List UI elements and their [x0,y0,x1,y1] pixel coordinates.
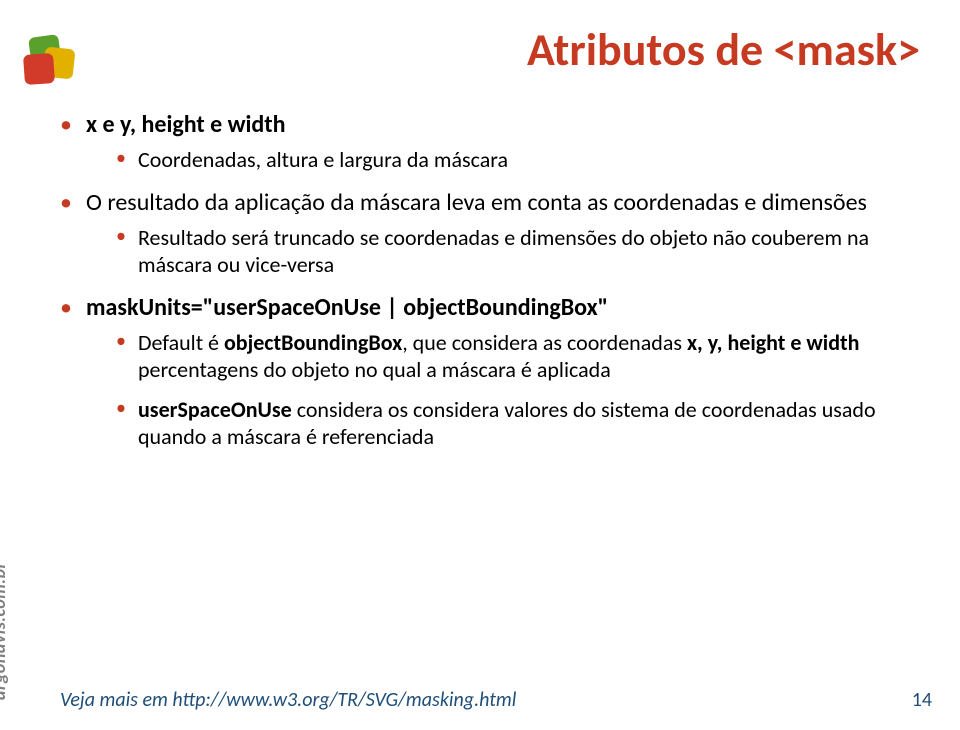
text-fragment: Default é [138,329,224,356]
text-bold: objectBoundingBox [224,329,402,356]
footer-link: Veja mais em http://www.w3.org/TR/SVG/ma… [60,688,516,712]
bullet-xy-hw: x e y, height e width Coordenadas, altur… [60,110,920,174]
bullet-resultado-text: O resultado da aplicação da máscara leva… [86,188,867,217]
bullet-maskunits-default: Default é objectBoundingBox, que conside… [116,329,920,384]
page-number: 14 [912,688,932,712]
text-fragment: percentagens do objeto no qual a máscara… [138,356,611,383]
bullet-xy-hw-label: x e y, height e width [86,110,286,139]
text-fragment: , que considera as coordenadas [402,329,687,356]
logo-icon [22,30,82,90]
bullet-resultado: O resultado da aplicação da máscara leva… [60,188,920,279]
bullet-xy-hw-sub: Coordenadas, altura e largura da máscara [116,146,920,174]
bullet-maskunits-label: maskUnits="userSpaceOnUse | objectBoundi… [86,293,608,322]
bullet-maskunits-userspace: userSpaceOnUse considera os considera va… [116,396,920,451]
text-bold: x, y, height e width [687,329,860,356]
page-title: Atributos de <mask> [527,22,920,78]
bullet-maskunits: maskUnits="userSpaceOnUse | objectBoundi… [60,293,920,451]
content-area: x e y, height e width Coordenadas, altur… [60,110,920,465]
brand-vertical: argonavis.com.br [0,562,10,700]
bullet-resultado-sub: Resultado será truncado se coordenadas e… [116,224,920,279]
text-bold: userSpaceOnUse [138,396,292,423]
